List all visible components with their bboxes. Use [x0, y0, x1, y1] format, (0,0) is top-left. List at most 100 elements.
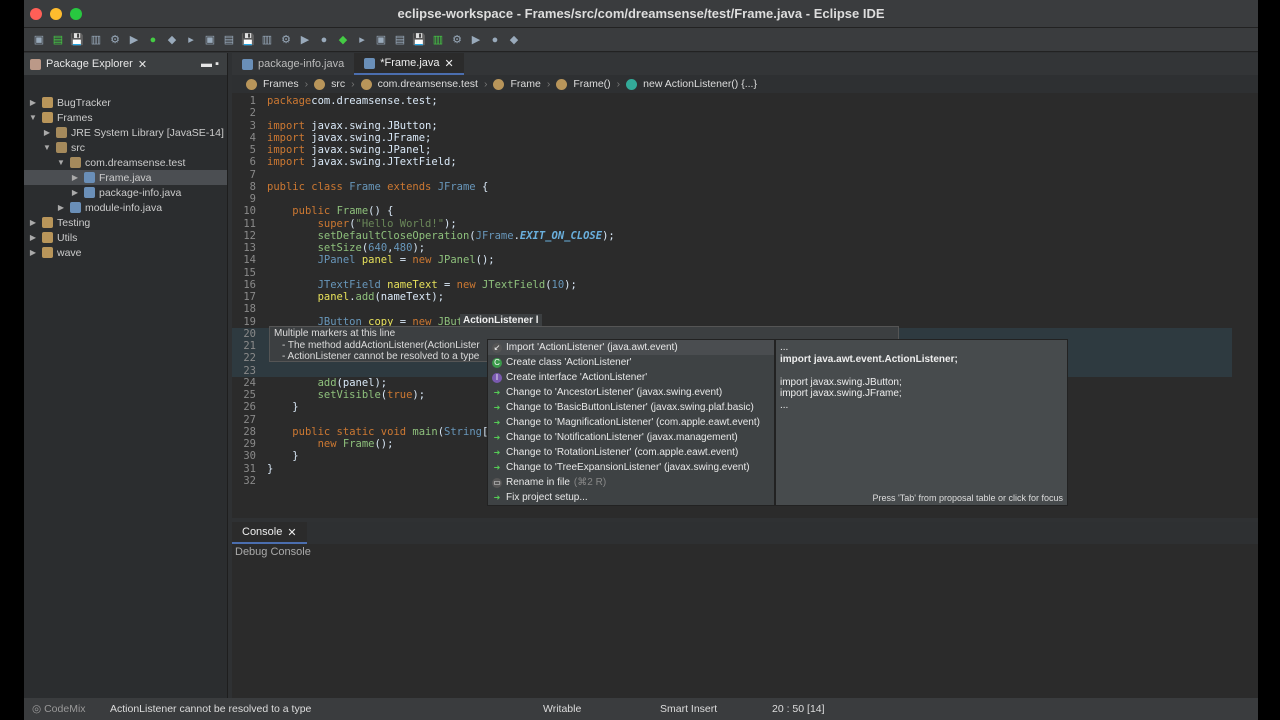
proposal-item[interactable]: ➜ Change to 'TreeExpansionListener' (java…: [488, 460, 774, 475]
line-number: 32: [243, 474, 256, 487]
proposal-item[interactable]: ➜ Change to 'NotificationListener' (javax…: [488, 430, 774, 445]
tree-item[interactable]: ▶ module-info.java: [24, 200, 227, 215]
proposal-item[interactable]: ➜ Fix project setup...: [488, 490, 774, 505]
code-token: 480: [393, 242, 413, 254]
code-token: extends: [380, 180, 438, 193]
tree-item-label: Testing: [57, 216, 91, 229]
toolbar-button[interactable]: ▣: [32, 33, 46, 47]
line-text: public Frame() {: [267, 205, 393, 217]
console-tab[interactable]: Console ✕: [232, 522, 307, 544]
expand-toggle-icon[interactable]: ▼: [28, 113, 38, 122]
expand-toggle-icon[interactable]: ▼: [42, 143, 52, 152]
tree-item-label: BugTracker: [57, 96, 111, 109]
proposal-label: Change to 'AncestorListener' (javax.swin…: [506, 387, 723, 398]
code-token: package: [267, 95, 312, 107]
toolbar-button[interactable]: 💾: [412, 33, 426, 47]
close-icon[interactable]: ✕: [138, 58, 147, 71]
tree-item[interactable]: ▼ Frames: [24, 110, 227, 125]
minimize-window-button[interactable]: [50, 7, 62, 20]
tree-item[interactable]: ▶ Testing: [24, 215, 227, 230]
toolbar-button[interactable]: ◆: [165, 33, 179, 47]
quick-fix-proposals: ↙ Import 'ActionListener' (java.awt.event…: [487, 339, 775, 506]
expand-toggle-icon[interactable]: ▼: [56, 158, 66, 167]
tree-item[interactable]: ▶ BugTracker: [24, 95, 227, 110]
tree-item[interactable]: ▼ src: [24, 140, 227, 155]
toolbar-button[interactable]: ⚙: [450, 33, 464, 47]
proposal-item[interactable]: ➜ Change to 'RotationListener' (com.apple…: [488, 445, 774, 460]
tree-item[interactable]: ▶ JRE System Library [JavaSE-14]: [24, 125, 227, 140]
tree-item[interactable]: ▶ Utils: [24, 230, 227, 245]
breadcrumb-item[interactable]: new ActionListener() {...}: [643, 78, 757, 90]
tree-item[interactable]: ▼ com.dreamsense.test: [24, 155, 227, 170]
toolbar-button[interactable]: ▸: [184, 33, 198, 47]
expand-toggle-icon[interactable]: ▶: [28, 233, 38, 242]
toolbar-button[interactable]: ▤: [393, 33, 407, 47]
toolbar-button[interactable]: ▤: [51, 33, 65, 47]
expand-toggle-icon[interactable]: ▶: [28, 248, 38, 257]
toolbar-button[interactable]: ▤: [222, 33, 236, 47]
toolbar-button[interactable]: ▣: [374, 33, 388, 47]
expand-toggle-icon[interactable]: ▶: [56, 203, 66, 212]
toolbar-button[interactable]: ▶: [469, 33, 483, 47]
zoom-window-button[interactable]: [70, 7, 82, 20]
console-tab-label: Console: [242, 526, 283, 538]
proposal-item[interactable]: ➜ Change to 'AncestorListener' (javax.swi…: [488, 385, 774, 400]
toolbar-button[interactable]: ▥: [89, 33, 103, 47]
toolbar-button[interactable]: ▸: [355, 33, 369, 47]
proposal-label: Rename in file: [506, 477, 570, 488]
toolbar-button[interactable]: ▶: [298, 33, 312, 47]
close-icon[interactable]: ✕: [445, 57, 454, 70]
close-window-button[interactable]: [30, 7, 42, 20]
toolbar-button[interactable]: ⚙: [108, 33, 122, 47]
expand-toggle-icon[interactable]: ▶: [70, 188, 80, 197]
toolbar-button[interactable]: 💾: [241, 33, 255, 47]
chevron-right-icon: ›: [546, 78, 551, 90]
tree-item[interactable]: ▶ Frame.java: [24, 170, 227, 185]
toolbar-button[interactable]: ▶: [127, 33, 141, 47]
breadcrumb-item[interactable]: Frames: [263, 78, 299, 90]
editor-tab[interactable]: *Frame.java ✕: [354, 53, 464, 75]
proposal-item[interactable]: ➜ Change to 'BasicButtonListener' (javax.…: [488, 400, 774, 415]
toolbar-button[interactable]: ●: [488, 33, 502, 47]
code-token: ();: [374, 438, 394, 450]
breadcrumb-item[interactable]: src: [331, 78, 345, 90]
line-number: 12: [243, 229, 256, 242]
toolbar-button[interactable]: ▥: [260, 33, 274, 47]
tab-label: *Frame.java: [380, 57, 440, 69]
breadcrumb-item[interactable]: Frame(): [573, 78, 610, 90]
expand-toggle-icon[interactable]: ▶: [42, 128, 52, 137]
expand-toggle-icon[interactable]: ▶: [28, 98, 38, 107]
minimize-view-button[interactable]: ▬ ▪: [201, 58, 219, 70]
toolbar-button[interactable]: 💾: [70, 33, 84, 47]
expand-toggle-icon[interactable]: ▶: [28, 218, 38, 227]
proposal-item[interactable]: ➜ Change to 'MagnificationListener' (com.…: [488, 415, 774, 430]
tree-item[interactable]: ▶ package-info.java: [24, 185, 227, 200]
codemix-button[interactable]: ◎ CodeMix: [32, 703, 86, 715]
toolbar-button[interactable]: ▥: [431, 33, 445, 47]
package-explorer-tab[interactable]: Package Explorer: [46, 58, 133, 70]
editor-tab[interactable]: package-info.java: [232, 53, 354, 75]
breadcrumb-item[interactable]: Frame: [510, 78, 540, 90]
breadcrumb-item[interactable]: com.dreamsense.test: [378, 78, 478, 90]
close-icon[interactable]: ✕: [287, 526, 296, 539]
toolbar-button[interactable]: ⚙: [279, 33, 293, 47]
tree-item[interactable]: ▶ wave: [24, 245, 227, 260]
toolbar-button[interactable]: ◆: [336, 33, 350, 47]
toolbar-button[interactable]: ●: [317, 33, 331, 47]
code-token: public: [292, 205, 337, 218]
toolbar-button[interactable]: ▣: [203, 33, 217, 47]
rename-icon: ▭: [492, 477, 502, 488]
console-panel: Console ✕ Debug Console: [232, 522, 1258, 698]
breadcrumb-icon: [626, 78, 638, 90]
toolbar-button[interactable]: ◆: [507, 33, 521, 47]
proposal-item[interactable]: I Create interface 'ActionListener': [488, 370, 774, 385]
expand-toggle-icon[interactable]: ▶: [70, 173, 80, 182]
proposal-item[interactable]: ▭ Rename in file (⌘2 R): [488, 475, 774, 490]
proposal-item[interactable]: C Create class 'ActionListener': [488, 355, 774, 370]
toolbar-button[interactable]: ●: [146, 33, 160, 47]
proposal-item[interactable]: ↙ Import 'ActionListener' (java.awt.event…: [488, 340, 774, 355]
change-icon: ➜: [493, 462, 501, 472]
